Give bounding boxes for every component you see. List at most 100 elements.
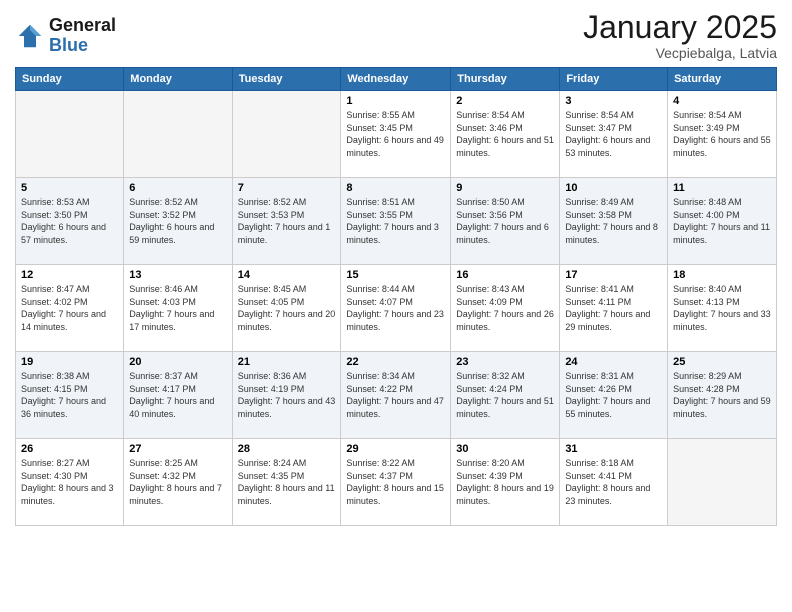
- calendar-cell: 26Sunrise: 8:27 AM Sunset: 4:30 PM Dayli…: [16, 439, 124, 526]
- day-number: 4: [673, 95, 771, 107]
- day-info: Sunrise: 8:53 AM Sunset: 3:50 PM Dayligh…: [21, 196, 118, 246]
- day-number: 18: [673, 269, 771, 281]
- month-title: January 2025: [583, 10, 777, 45]
- calendar-cell: 6 Sunrise: 8:52 AM Sunset: 3:52 PM Daylig…: [124, 178, 232, 265]
- day-info: Sunrise: 8:41 AM Sunset: 4:11 PM Dayligh…: [565, 283, 662, 333]
- day-number: 14: [238, 269, 336, 281]
- calendar-cell: [668, 439, 777, 526]
- day-info: Sunrise: 8:48 AM Sunset: 4:00 PM Dayligh…: [673, 196, 771, 246]
- calendar-cell: 29 Sunrise: 8:22 AM Sunset: 4:37 PM Dayli…: [341, 439, 451, 526]
- day-number: 25: [673, 356, 771, 368]
- col-sunday: Sunday: [16, 68, 124, 91]
- logo-general: General: [49, 16, 116, 36]
- day-info: Sunrise: 8:55 AM Sunset: 3:45 PM Dayligh…: [346, 109, 445, 159]
- calendar-cell: 12 Sunrise: 8:47 AM Sunset: 4:02 PM Dayli…: [16, 265, 124, 352]
- day-info: Sunrise: 8:32 AM Sunset: 4:24 PM Dayligh…: [456, 370, 554, 420]
- calendar-cell: 21 Sunrise: 8:36 AM Sunset: 4:19 PM Dayli…: [232, 352, 341, 439]
- calendar-cell: 15 Sunrise: 8:44 AM Sunset: 4:07 PM Dayli…: [341, 265, 451, 352]
- calendar-cell: 16 Sunrise: 8:43 AM Sunset: 4:09 PM Dayli…: [451, 265, 560, 352]
- day-number: 23: [456, 356, 554, 368]
- calendar-cell: 10 Sunrise: 8:49 AM Sunset: 3:58 PM Dayli…: [560, 178, 668, 265]
- day-info: Sunrise: 8:29 AM Sunset: 4:28 PM Dayligh…: [673, 370, 771, 420]
- calendar-cell: 8Sunrise: 8:51 AM Sunset: 3:55 PM Daylig…: [341, 178, 451, 265]
- header-row: Sunday Monday Tuesday Wednesday Thursday…: [16, 68, 777, 91]
- title-area: January 2025 Vecpiebalga, Latvia: [583, 10, 777, 61]
- calendar-week-1: 1 Sunrise: 8:55 AM Sunset: 3:45 PM Daylig…: [16, 91, 777, 178]
- day-number: 29: [346, 443, 445, 455]
- day-info: Sunrise: 8:54 AM Sunset: 3:49 PM Dayligh…: [673, 109, 771, 159]
- day-info: Sunrise: 8:34 AM Sunset: 4:22 PM Dayligh…: [346, 370, 445, 420]
- calendar-cell: 4 Sunrise: 8:54 AM Sunset: 3:49 PM Daylig…: [668, 91, 777, 178]
- logo-text: General Blue: [49, 16, 116, 56]
- day-info: Sunrise: 8:31 AM Sunset: 4:26 PM Dayligh…: [565, 370, 662, 420]
- day-info: Sunrise: 8:51 AM Sunset: 3:55 PM Dayligh…: [346, 196, 445, 246]
- day-info: Sunrise: 8:37 AM Sunset: 4:17 PM Dayligh…: [129, 370, 226, 420]
- day-info: Sunrise: 8:18 AM Sunset: 4:41 PM Dayligh…: [565, 457, 662, 507]
- col-monday: Monday: [124, 68, 232, 91]
- day-number: 1: [346, 95, 445, 107]
- day-number: 6: [129, 182, 226, 194]
- calendar-body: 1 Sunrise: 8:55 AM Sunset: 3:45 PM Daylig…: [16, 91, 777, 526]
- day-info: Sunrise: 8:54 AM Sunset: 3:46 PM Dayligh…: [456, 109, 554, 159]
- day-info: Sunrise: 8:22 AM Sunset: 4:37 PM Dayligh…: [346, 457, 445, 507]
- day-number: 27: [129, 443, 226, 455]
- day-info: Sunrise: 8:47 AM Sunset: 4:02 PM Dayligh…: [21, 283, 118, 333]
- col-tuesday: Tuesday: [232, 68, 341, 91]
- day-info: Sunrise: 8:43 AM Sunset: 4:09 PM Dayligh…: [456, 283, 554, 333]
- location: Vecpiebalga, Latvia: [583, 45, 777, 61]
- day-number: 15: [346, 269, 445, 281]
- calendar-cell: 2 Sunrise: 8:54 AM Sunset: 3:46 PM Daylig…: [451, 91, 560, 178]
- header: General Blue January 2025 Vecpiebalga, L…: [15, 10, 777, 61]
- day-number: 11: [673, 182, 771, 194]
- day-number: 10: [565, 182, 662, 194]
- calendar-cell: 7Sunrise: 8:52 AM Sunset: 3:53 PM Daylig…: [232, 178, 341, 265]
- calendar-cell: [16, 91, 124, 178]
- day-info: Sunrise: 8:54 AM Sunset: 3:47 PM Dayligh…: [565, 109, 662, 159]
- day-number: 12: [21, 269, 118, 281]
- calendar-week-3: 12 Sunrise: 8:47 AM Sunset: 4:02 PM Dayli…: [16, 265, 777, 352]
- calendar-header: Sunday Monday Tuesday Wednesday Thursday…: [16, 68, 777, 91]
- day-info: Sunrise: 8:52 AM Sunset: 3:52 PM Dayligh…: [129, 196, 226, 246]
- day-number: 17: [565, 269, 662, 281]
- calendar-cell: 22Sunrise: 8:34 AM Sunset: 4:22 PM Dayli…: [341, 352, 451, 439]
- calendar-cell: 9Sunrise: 8:50 AM Sunset: 3:56 PM Daylig…: [451, 178, 560, 265]
- col-wednesday: Wednesday: [341, 68, 451, 91]
- day-info: Sunrise: 8:36 AM Sunset: 4:19 PM Dayligh…: [238, 370, 336, 420]
- calendar-cell: 19Sunrise: 8:38 AM Sunset: 4:15 PM Dayli…: [16, 352, 124, 439]
- logo-icon: [15, 21, 45, 51]
- calendar-cell: 31 Sunrise: 8:18 AM Sunset: 4:41 PM Dayli…: [560, 439, 668, 526]
- day-number: 13: [129, 269, 226, 281]
- calendar-cell: [232, 91, 341, 178]
- logo: General Blue: [15, 16, 116, 56]
- day-number: 20: [129, 356, 226, 368]
- day-info: Sunrise: 8:49 AM Sunset: 3:58 PM Dayligh…: [565, 196, 662, 246]
- day-info: Sunrise: 8:40 AM Sunset: 4:13 PM Dayligh…: [673, 283, 771, 333]
- day-number: 16: [456, 269, 554, 281]
- calendar-cell: 3 Sunrise: 8:54 AM Sunset: 3:47 PM Daylig…: [560, 91, 668, 178]
- day-number: 19: [21, 356, 118, 368]
- calendar-cell: 27Sunrise: 8:25 AM Sunset: 4:32 PM Dayli…: [124, 439, 232, 526]
- calendar-cell: 11 Sunrise: 8:48 AM Sunset: 4:00 PM Dayli…: [668, 178, 777, 265]
- calendar-cell: 30Sunrise: 8:20 AM Sunset: 4:39 PM Dayli…: [451, 439, 560, 526]
- day-number: 2: [456, 95, 554, 107]
- day-info: Sunrise: 8:44 AM Sunset: 4:07 PM Dayligh…: [346, 283, 445, 333]
- calendar-cell: [124, 91, 232, 178]
- calendar-cell: 1 Sunrise: 8:55 AM Sunset: 3:45 PM Daylig…: [341, 91, 451, 178]
- calendar: Sunday Monday Tuesday Wednesday Thursday…: [15, 67, 777, 526]
- day-number: 3: [565, 95, 662, 107]
- day-number: 31: [565, 443, 662, 455]
- day-info: Sunrise: 8:27 AM Sunset: 4:30 PM Dayligh…: [21, 457, 118, 507]
- day-number: 5: [21, 182, 118, 194]
- calendar-cell: 25 Sunrise: 8:29 AM Sunset: 4:28 PM Dayli…: [668, 352, 777, 439]
- day-number: 24: [565, 356, 662, 368]
- day-info: Sunrise: 8:24 AM Sunset: 4:35 PM Dayligh…: [238, 457, 336, 507]
- day-info: Sunrise: 8:46 AM Sunset: 4:03 PM Dayligh…: [129, 283, 226, 333]
- day-number: 28: [238, 443, 336, 455]
- calendar-cell: 14Sunrise: 8:45 AM Sunset: 4:05 PM Dayli…: [232, 265, 341, 352]
- day-info: Sunrise: 8:50 AM Sunset: 3:56 PM Dayligh…: [456, 196, 554, 246]
- day-number: 21: [238, 356, 336, 368]
- page: General Blue January 2025 Vecpiebalga, L…: [0, 0, 792, 612]
- calendar-cell: 17 Sunrise: 8:41 AM Sunset: 4:11 PM Dayli…: [560, 265, 668, 352]
- calendar-cell: 23 Sunrise: 8:32 AM Sunset: 4:24 PM Dayli…: [451, 352, 560, 439]
- calendar-cell: 20 Sunrise: 8:37 AM Sunset: 4:17 PM Dayli…: [124, 352, 232, 439]
